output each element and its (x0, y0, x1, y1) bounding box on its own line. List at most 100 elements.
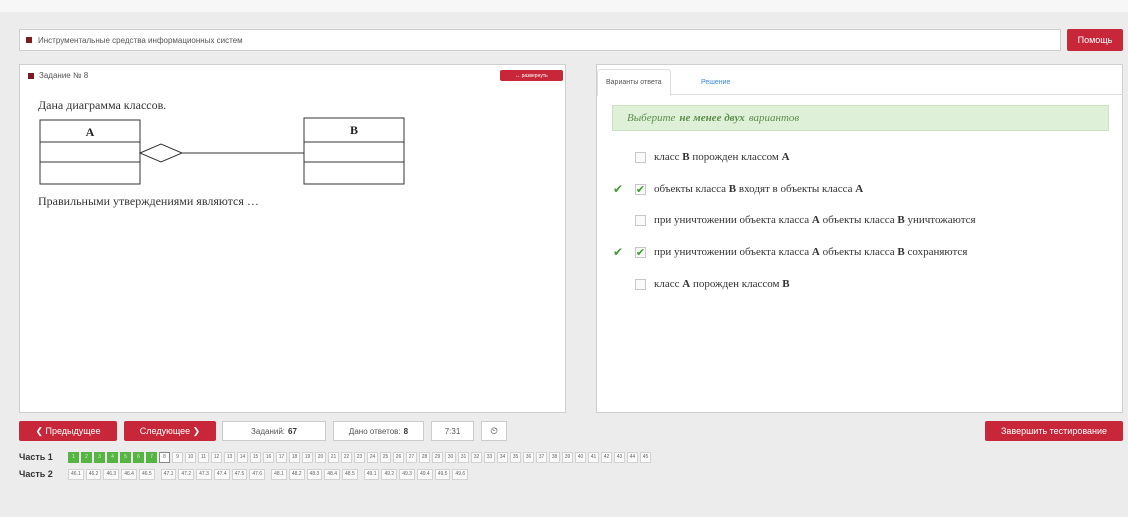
question-nav-item[interactable]: 41 (588, 451, 599, 463)
tab-solution[interactable]: Решение (693, 69, 738, 96)
question-nav-item[interactable]: 25 (380, 451, 391, 463)
question-nav-item[interactable]: 46.2 (85, 468, 102, 480)
question-nav-item[interactable]: 9 (172, 451, 183, 463)
option-label-part: A (682, 278, 691, 290)
question-nav-item[interactable]: 7 (146, 451, 157, 463)
question-nav-item[interactable]: 37 (536, 451, 547, 463)
question-nav-item[interactable]: 23 (354, 451, 365, 463)
option-checkbox[interactable] (635, 278, 646, 290)
expand-button[interactable]: ↔ развернуть (500, 70, 563, 81)
finish-test-button[interactable]: Завершить тестирование (985, 421, 1123, 441)
question-nav-item[interactable]: 47.2 (178, 468, 195, 480)
next-button[interactable]: Следующее ❯ (124, 421, 216, 441)
question-nav-item[interactable]: 28 (419, 451, 430, 463)
question-nav-item[interactable]: 49.6 (452, 468, 469, 480)
question-nav-item[interactable]: 35 (510, 451, 521, 463)
prev-button[interactable]: ❮ Предыдущее (19, 421, 117, 441)
question-nav-item[interactable]: 48.4 (324, 468, 341, 480)
option-label: объекты класса B входят в объекты класса… (654, 183, 863, 195)
question-nav-item[interactable]: 40 (575, 451, 586, 463)
option-checkbox[interactable] (635, 214, 646, 226)
tab-answer-options[interactable]: Варианты ответа (597, 69, 671, 96)
instruction-after: вариантов (748, 112, 800, 124)
question-nav-item[interactable]: 49.3 (399, 468, 415, 480)
question-nav-item[interactable]: 46.3 (103, 468, 120, 480)
question-nav-item[interactable]: 5 (120, 451, 131, 463)
question-nav-item[interactable]: 33 (484, 451, 495, 463)
question-nav-item[interactable]: 4 (107, 451, 118, 463)
question-nav-item[interactable]: 43 (614, 451, 625, 463)
question-nav-item[interactable]: 45 (640, 451, 651, 463)
question-nav-item[interactable]: 30 (445, 451, 456, 463)
question-nav-item[interactable]: 24 (367, 451, 378, 463)
question-nav-item[interactable]: 16 (263, 451, 274, 463)
question-nav-item[interactable]: 47.6 (249, 468, 266, 480)
question-nav-item[interactable]: 48.3 (306, 468, 323, 480)
option-checkbox[interactable] (635, 151, 646, 163)
question-nav-item[interactable]: 38 (549, 451, 560, 463)
answer-option[interactable]: ✔ ✔ объекты класса B входят в объекты клас… (613, 181, 863, 197)
question-nav-item[interactable]: 10 (185, 451, 196, 463)
question-nav-item[interactable]: 29 (432, 451, 443, 463)
question-nav-item[interactable]: 46.5 (138, 468, 155, 480)
question-nav-item[interactable]: 49.5 (434, 468, 451, 480)
answer-option[interactable]: класс A порожден классом B (613, 276, 790, 292)
option-checkbox[interactable]: ✔ (635, 246, 646, 259)
question-nav-item[interactable]: 26 (393, 451, 404, 463)
question-nav-item[interactable]: 1 (68, 451, 79, 463)
question-nav-item[interactable]: 17 (276, 451, 287, 463)
question-nav-item[interactable]: 2 (81, 451, 92, 463)
question-nav-item[interactable]: 12 (211, 451, 222, 463)
instruction-emphasis: не менее двух (679, 112, 745, 124)
question-nav-item[interactable]: 48.5 (342, 468, 358, 480)
question-nav-item[interactable]: 8 (159, 451, 170, 463)
top-strip (0, 0, 1128, 12)
question-nav-item[interactable]: 11 (198, 451, 209, 463)
question-nav-item[interactable]: 48.1 (271, 468, 287, 480)
question-nav-item[interactable]: 34 (497, 451, 508, 463)
question-nav-item[interactable]: 14 (237, 451, 248, 463)
answer-option[interactable]: при уничтожении объекта класса A объекты… (613, 212, 976, 228)
question-nav-item[interactable]: 22 (341, 451, 352, 463)
question-nav-item[interactable]: 48.2 (288, 468, 305, 480)
option-checkbox[interactable]: ✔ (635, 183, 646, 196)
option-label-part: класс (654, 278, 683, 290)
question-nav-item[interactable]: 39 (562, 451, 573, 463)
question-nav-item[interactable]: 47.3 (196, 468, 212, 480)
question-nav-item[interactable]: 49.4 (416, 468, 433, 480)
question-nav-item[interactable]: 49.2 (381, 468, 398, 480)
subject-bar: Инструментальные средства информационных… (19, 29, 1061, 51)
option-label-part: при уничтожении объекта класса (654, 246, 812, 258)
question-nav-item[interactable]: 42 (601, 451, 612, 463)
question-nav-item[interactable]: 15 (250, 451, 261, 463)
question-nav-item[interactable]: 47.4 (213, 468, 230, 480)
question-nav-item[interactable]: 19 (302, 451, 313, 463)
correct-check-icon: ✔ (613, 245, 624, 259)
question-nav-item[interactable]: 49.1 (363, 468, 380, 480)
question-nav-item[interactable]: 21 (328, 451, 339, 463)
question-nav-item[interactable]: 6 (133, 451, 144, 463)
option-label: при уничтожении объекта класса A объекты… (654, 246, 967, 258)
help-button[interactable]: Помощь (1067, 29, 1123, 51)
question-nav-item[interactable]: 18 (289, 451, 300, 463)
question-nav-item[interactable]: 32 (471, 451, 482, 463)
option-label: при уничтожении объекта класса A объекты… (654, 214, 976, 226)
question-nav-item[interactable]: 36 (523, 451, 534, 463)
question-nav-item[interactable]: 46.4 (121, 468, 137, 480)
question-nav-item[interactable]: 13 (224, 451, 235, 463)
question-nav-item[interactable]: 47.5 (231, 468, 248, 480)
question-nav-item[interactable]: 47.1 (160, 468, 177, 480)
question-nav-item[interactable]: 31 (458, 451, 469, 463)
question-nav-item[interactable]: 27 (406, 451, 417, 463)
question-nav-item[interactable]: 44 (627, 451, 638, 463)
answer-option[interactable]: класс B порожден классом A (613, 149, 790, 165)
question-nav-item[interactable]: 46.1 (68, 468, 84, 480)
question-nav-item[interactable]: 3 (94, 451, 105, 463)
option-label-part: B (897, 214, 905, 226)
group-spacer (157, 469, 159, 480)
option-label-part: порожден классом (690, 278, 783, 290)
timer-clock-icon[interactable]: ⏲ (481, 421, 507, 441)
question-nav-item[interactable]: 20 (315, 451, 326, 463)
part2-row: Часть 2 46.1 46.2 46.3 46.4 46.5 47.1 47.2 47.3… (19, 468, 469, 480)
answer-option[interactable]: ✔ ✔ при уничтожении объекта класса A объек… (613, 244, 967, 260)
